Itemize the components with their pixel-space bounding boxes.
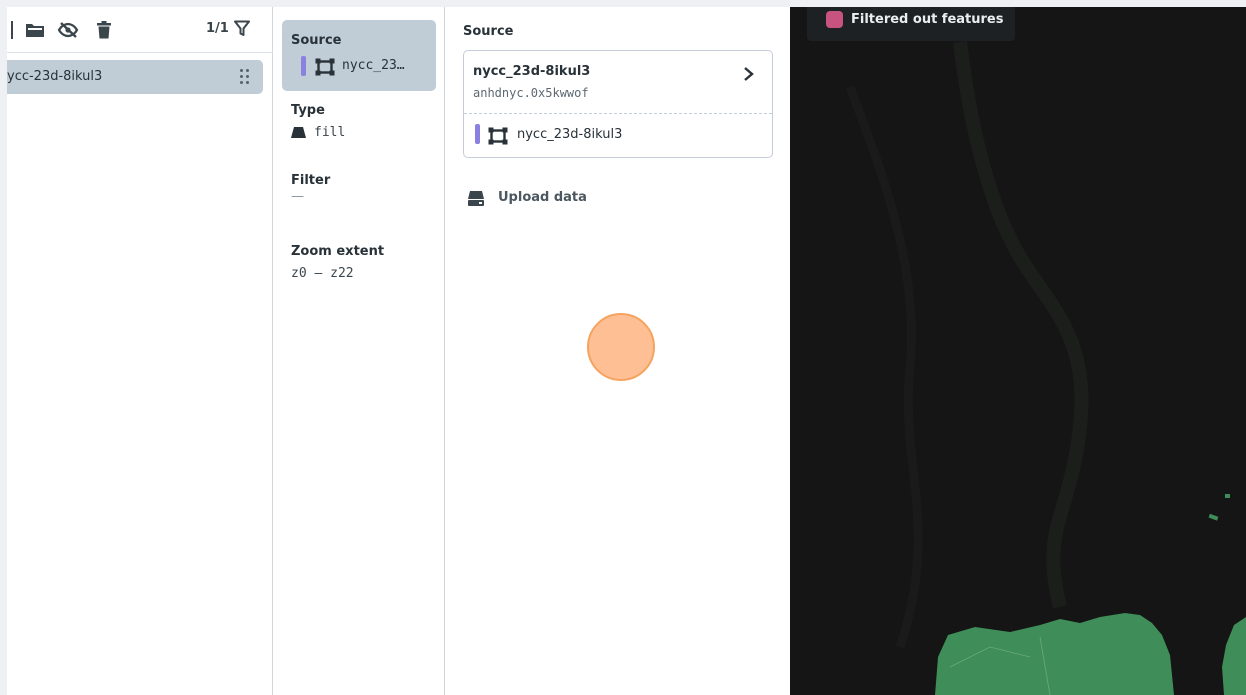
tab-filter-value: — (291, 189, 304, 204)
eye-off-icon[interactable] (57, 19, 79, 41)
tab-zoom-title: Zoom extent (291, 244, 385, 259)
drag-handle-icon[interactable] (239, 68, 251, 86)
source-id: anhdnyc.0x5kwwof (473, 86, 589, 100)
window-top-border (0, 0, 1246, 7)
layer-name: ycc-23d-8ikul3 (7, 69, 103, 84)
source-layer-name: nycc_23d-8ikul3 (517, 127, 623, 142)
tab-source-value: nycc_23… (342, 58, 405, 73)
fill-icon (291, 127, 306, 138)
feature-fragment (1225, 494, 1230, 498)
source-color-bar (301, 56, 306, 76)
polygon-icon (315, 58, 335, 80)
map-features (845, 41, 1246, 695)
tab-type-title: Type (291, 103, 325, 118)
tab-type-value: fill (314, 125, 346, 140)
filtered-feature-area-east[interactable] (1222, 617, 1246, 695)
map-canvas[interactable]: Filtered out features (790, 7, 1246, 695)
chevron-right-icon[interactable] (743, 66, 755, 81)
tab-type[interactable]: Type fill (291, 103, 345, 140)
source-section-title: Source (463, 24, 514, 39)
source-card: nycc_23d-8ikul3 anhdnyc.0x5kwwof nycc_23… (463, 50, 773, 158)
tab-zoom-extent[interactable]: Zoom extent z0 – z22 (291, 244, 384, 281)
database-upload-icon (467, 190, 485, 211)
layers-toolbar: 1/1 (7, 7, 273, 53)
map-legend: Filtered out features (807, 7, 1015, 41)
polygon-icon (488, 127, 508, 149)
upload-data-button[interactable]: Upload data (467, 188, 607, 210)
feature-fragment (1208, 513, 1219, 521)
tab-filter-title: Filter (291, 173, 331, 188)
tab-source-title: Source (291, 33, 342, 48)
upload-data-label: Upload data (498, 190, 587, 205)
tab-source[interactable]: Source nycc_23… (282, 20, 436, 91)
filtered-feature-area[interactable] (935, 613, 1174, 695)
source-detail-panel: Source nycc_23d-8ikul3 anhdnyc.0x5kwwof … (446, 7, 790, 695)
filter-icon[interactable] (234, 20, 252, 38)
folder-icon[interactable] (24, 19, 46, 41)
window-left-border (0, 0, 7, 695)
layer-list-item[interactable]: ycc-23d-8ikul3 (7, 60, 263, 94)
toolbar-separator (11, 21, 13, 39)
layers-panel: 1/1 ycc-23d-8ikul3 (7, 7, 273, 695)
source-card-header[interactable]: nycc_23d-8ikul3 anhdnyc.0x5kwwof (464, 51, 772, 114)
layer-count: 1/1 (206, 21, 229, 36)
trash-icon[interactable] (93, 19, 115, 41)
source-layer-color-bar (475, 124, 480, 144)
tab-zoom-value: z0 – z22 (291, 266, 354, 281)
filtered-out-swatch (826, 11, 843, 28)
legend-label: Filtered out features (851, 12, 1004, 27)
cursor-indicator (587, 313, 655, 381)
layer-properties-tabs: Source nycc_23… Type fill Filter — Zoom … (274, 7, 445, 695)
source-name: nycc_23d-8ikul3 (473, 64, 591, 79)
tab-filter[interactable]: Filter — (291, 173, 330, 204)
